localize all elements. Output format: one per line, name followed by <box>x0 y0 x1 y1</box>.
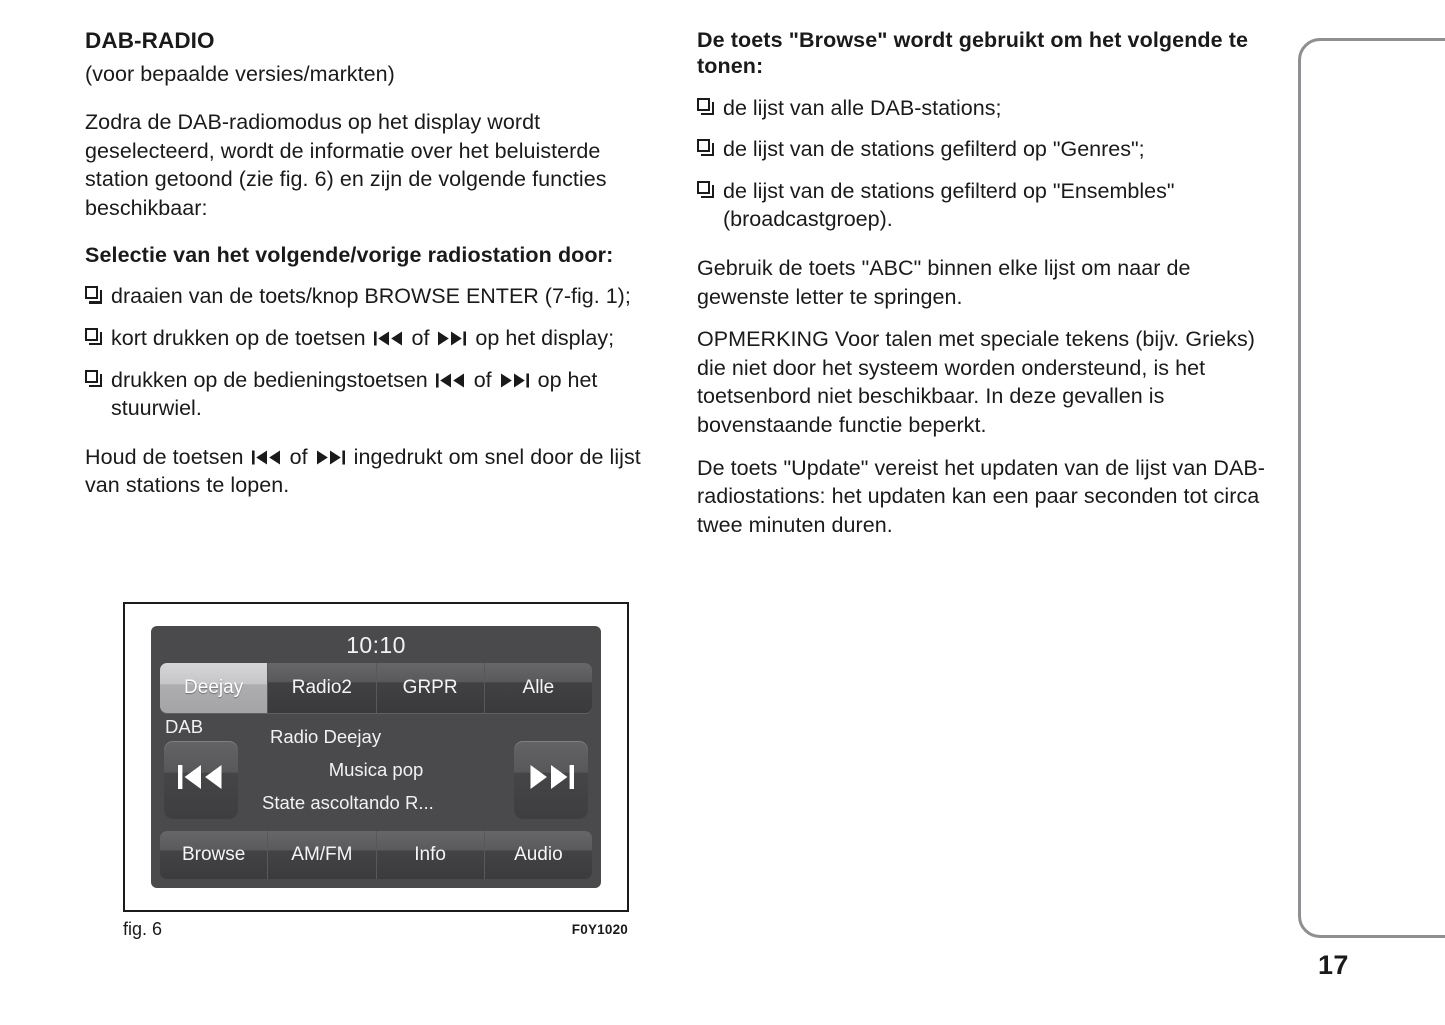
side-tab-box <box>1298 38 1445 938</box>
list-item: draaien van de toets/knop BROWSE ENTER (… <box>85 282 667 311</box>
intro-paragraph: Zodra de DAB-radiomodus op het display w… <box>85 110 607 220</box>
left-text-column: DAB-RADIO (voor bepaalde versies/markten… <box>85 28 667 500</box>
preset-tab-alle[interactable]: Alle <box>484 662 592 713</box>
abc-paragraph: Gebruik de toets "ABC" binnen elke lijst… <box>697 255 1191 309</box>
audio-button[interactable]: Audio <box>484 831 592 879</box>
list-item-text: de lijst van de stations gefilterd op "G… <box>723 137 1145 162</box>
preset-tab-radio2[interactable]: Radio2 <box>268 662 377 713</box>
browse-bullet-list: de lijst van alle DAB-stations; de lijst… <box>697 94 1272 234</box>
bottom-button-row: Browse AM/FM Info Audio <box>160 831 592 879</box>
browse-heading: De toets "Browse" wordt gebruikt om het … <box>697 28 1249 78</box>
page-number: 17 <box>1318 950 1349 980</box>
next-track-icon <box>437 331 467 346</box>
square-bullet-icon <box>85 286 103 304</box>
square-bullet-icon <box>697 97 715 115</box>
info-button[interactable]: Info <box>376 831 485 879</box>
previous-track-icon <box>373 331 404 346</box>
preset-tab-deejay[interactable]: Deejay <box>160 662 269 713</box>
browse-button[interactable]: Browse <box>160 831 269 879</box>
previous-track-icon <box>178 764 224 795</box>
list-item-text: de lijst van alle DAB-stations; <box>723 95 1002 120</box>
preset-tab-grpr[interactable]: GRPR <box>376 662 485 713</box>
figure-6: 10:10 Deejay Radio2 GRPR Alle DAB Radio … <box>123 602 633 941</box>
square-bullet-icon <box>85 327 103 346</box>
station-genre: Musica pop <box>328 758 424 780</box>
list-item-text: de lijst van de stations gefilterd op "E… <box>723 178 1175 232</box>
section-subtitle: (voor bepaalde versies/markten) <box>85 61 395 86</box>
selection-heading: Selectie van het volgende/vorige radiost… <box>85 242 614 267</box>
update-paragraph: De toets "Update" vereist het updaten va… <box>697 455 1265 537</box>
list-item: drukken op de bedieningstoetsen of op he… <box>85 366 667 423</box>
square-bullet-icon <box>697 180 715 198</box>
hold-text-pre: Houd de toetsen <box>85 444 250 469</box>
station-info-text: Radio Deejay Musica pop State ascoltando… <box>252 721 500 820</box>
radio-display-screen: 10:10 Deejay Radio2 GRPR Alle DAB Radio … <box>151 626 601 888</box>
page-title: DAB-RADIO <box>85 28 215 53</box>
list-item: de lijst van de stations gefilterd op "G… <box>697 135 1272 164</box>
hold-text-mid: of <box>283 444 314 469</box>
right-text-column: De toets "Browse" wordt gebruikt om het … <box>697 28 1272 539</box>
next-track-icon <box>316 450 346 465</box>
previous-station-button[interactable] <box>164 740 238 819</box>
clock-display: 10:10 <box>346 632 406 658</box>
now-playing-section: DAB Radio Deejay Musica pop State ascolt… <box>160 715 592 829</box>
list-item-text: drukken op de bedieningstoetsen <box>111 367 434 392</box>
station-radiotext: State ascoltando R... <box>262 791 434 813</box>
list-item-text: draaien van de toets/knop BROWSE ENTER (… <box>111 284 631 309</box>
list-item: de lijst van de stations gefilterd op "E… <box>697 177 1272 234</box>
previous-track-icon <box>435 373 466 388</box>
list-item-text-mid: of <box>467 367 498 392</box>
note-paragraph: OPMERKING Voor talen met speciale tekens… <box>697 327 1255 437</box>
figure-caption: fig. 6 F0Y1020 <box>123 919 633 941</box>
hold-keys-paragraph: Houd de toetsen of ingedrukt om snel doo… <box>85 443 667 500</box>
figure-caption-label: fig. 6 <box>123 919 163 939</box>
previous-track-icon <box>251 450 282 465</box>
selection-bullet-list: draaien van de toets/knop BROWSE ENTER (… <box>85 282 667 422</box>
station-name: Radio Deejay <box>270 725 382 747</box>
preset-tab-row: Deejay Radio2 GRPR Alle <box>160 662 592 713</box>
next-track-icon <box>528 764 574 795</box>
figure-reference-code: F0Y1020 <box>571 922 628 937</box>
next-track-icon <box>500 373 530 388</box>
list-item: kort drukken op de toetsen of op het dis… <box>85 324 667 353</box>
list-item-text-post: op het display; <box>469 325 615 350</box>
next-station-button[interactable] <box>514 740 588 819</box>
list-item-text: kort drukken op de toetsen <box>111 325 372 350</box>
square-bullet-icon <box>697 139 715 157</box>
band-label: DAB <box>165 715 204 737</box>
amfm-button[interactable]: AM/FM <box>268 831 377 879</box>
square-bullet-icon <box>85 369 103 387</box>
list-item: de lijst van alle DAB-stations; <box>697 94 1272 123</box>
figure-frame: 10:10 Deejay Radio2 GRPR Alle DAB Radio … <box>123 602 629 912</box>
list-item-text-mid: of <box>405 325 436 350</box>
